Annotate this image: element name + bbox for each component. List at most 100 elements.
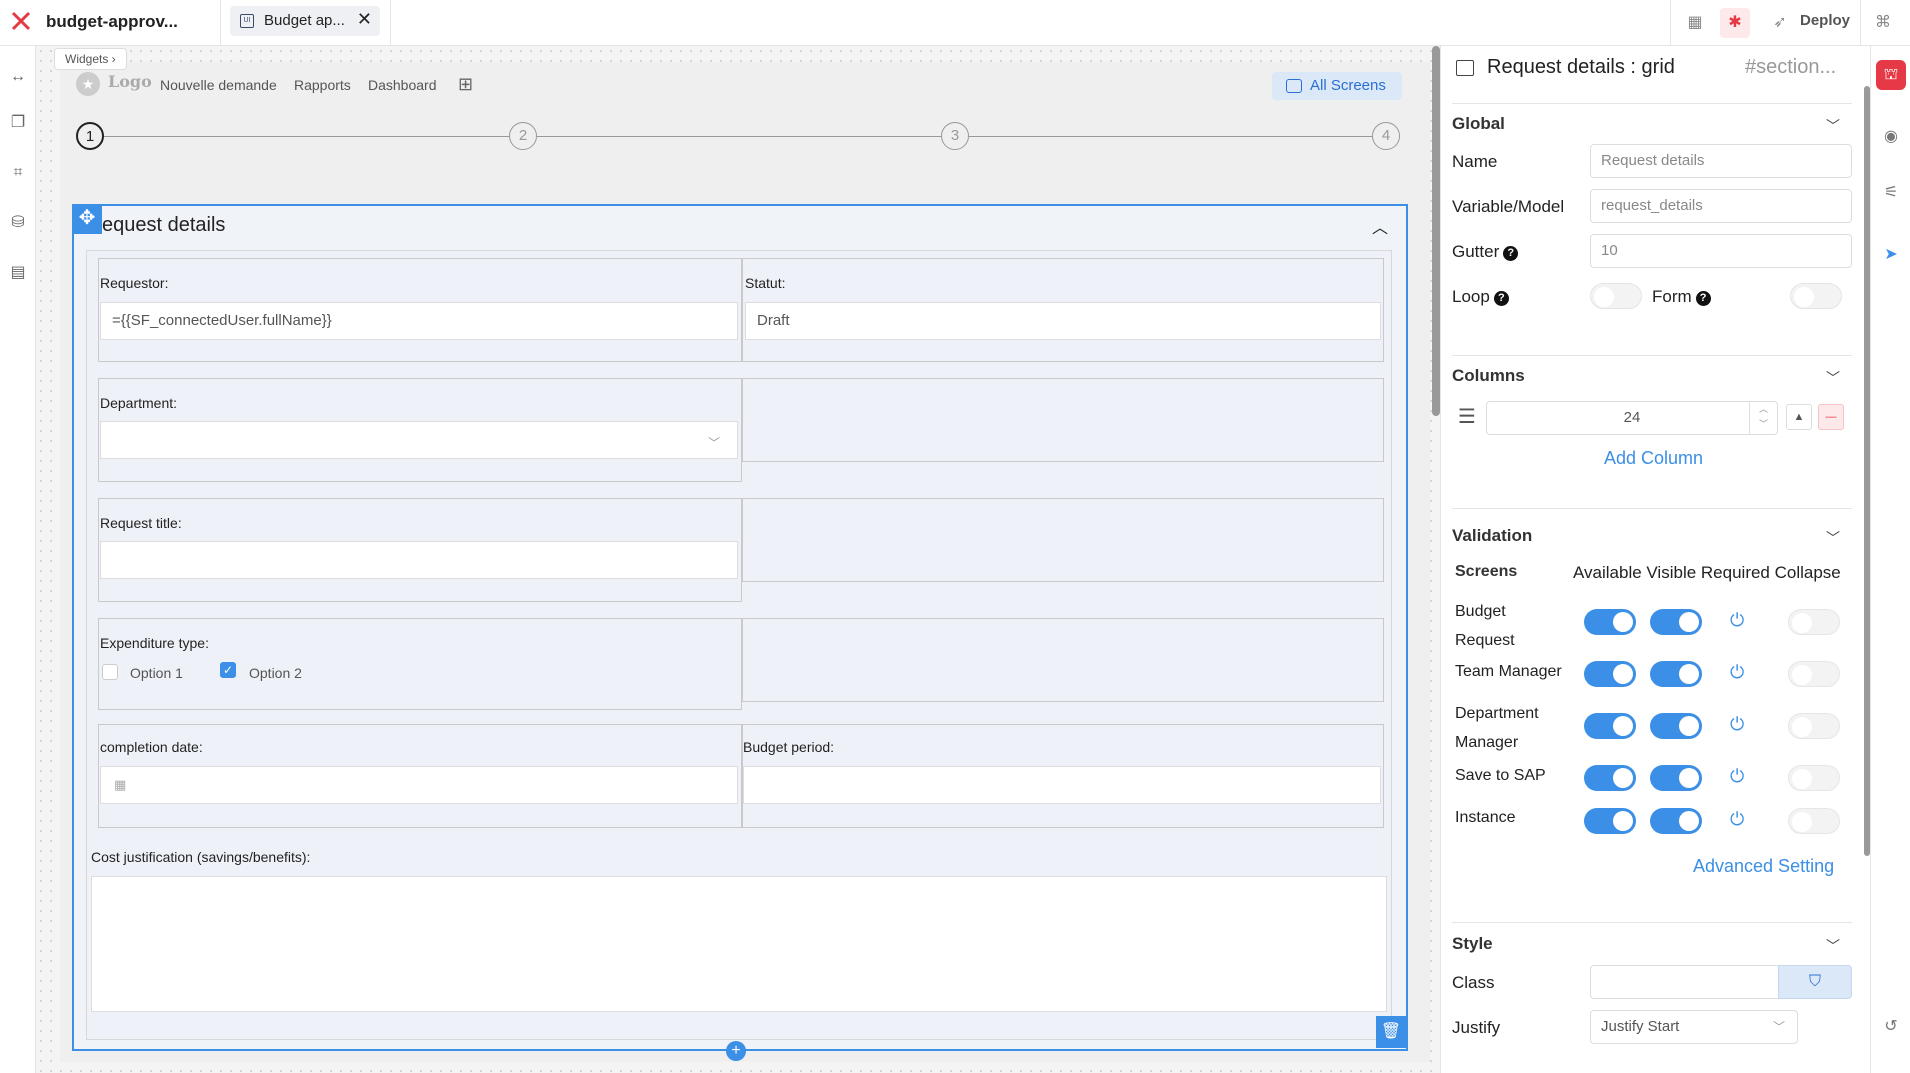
class-field[interactable] — [1590, 965, 1780, 999]
widgets-breadcrumb[interactable]: Widgets › — [54, 48, 127, 70]
cursor-icon[interactable]: ➤ — [1878, 242, 1904, 268]
variable-field[interactable]: request_details — [1590, 189, 1852, 223]
all-screens-label: All Screens — [1310, 77, 1386, 94]
collapse-toggle[interactable] — [1788, 661, 1840, 687]
visible-toggle[interactable] — [1650, 661, 1702, 687]
cell-empty[interactable] — [742, 378, 1384, 462]
help-icon[interactable]: ? — [1695, 291, 1711, 306]
cell-empty[interactable] — [742, 498, 1384, 582]
name-field[interactable]: Request details — [1590, 144, 1852, 178]
panel-element-id[interactable]: #section... — [1745, 56, 1836, 79]
grid-component-icon — [1456, 60, 1474, 76]
paint-brush-icon[interactable]: ⛉ — [1778, 965, 1852, 999]
cell-expenditure[interactable] — [98, 618, 742, 710]
drag-handle-icon[interactable]: ☰ — [1458, 404, 1476, 429]
tab-budget[interactable]: UI Budget ap... ✕ — [230, 6, 380, 36]
trash-icon[interactable]: 🗑 — [1376, 1016, 1406, 1048]
department-select[interactable] — [100, 421, 738, 459]
chevron-down-icon[interactable]: ﹀ — [1826, 936, 1840, 956]
divider — [220, 0, 221, 46]
add-row-icon[interactable]: + — [726, 1041, 746, 1061]
toolbox-icon[interactable]: ⛫ — [1876, 60, 1906, 90]
option1-checkbox[interactable] — [102, 664, 118, 680]
panel-title: Request details : grid — [1487, 56, 1675, 78]
nav-item-rapports[interactable]: Rapports — [294, 77, 351, 93]
eye-icon[interactable]: ◉ — [1878, 124, 1904, 150]
power-icon[interactable]: ⏻ — [1730, 766, 1744, 787]
budget-period-input[interactable] — [743, 766, 1381, 804]
app-logo-icon[interactable] — [10, 10, 32, 32]
visible-toggle[interactable] — [1650, 765, 1702, 791]
collapse-toggle[interactable] — [1788, 765, 1840, 791]
step-1[interactable]: 1 — [76, 122, 104, 150]
gutter-field[interactable]: 10 — [1590, 234, 1852, 268]
available-toggle[interactable] — [1584, 609, 1636, 635]
flow-icon[interactable]: ⌗ — [7, 162, 29, 184]
step-2[interactable]: 2 — [509, 122, 537, 150]
debug-icon[interactable]: ✱ — [1720, 8, 1750, 38]
visible-toggle[interactable] — [1650, 713, 1702, 739]
column-width-stepper[interactable]: 24 ︿ ﹀ — [1486, 401, 1778, 435]
form-toggle[interactable] — [1790, 283, 1842, 309]
requestor-label: Requestor: — [100, 275, 169, 291]
swap-icon[interactable]: ↔ — [7, 66, 29, 88]
step-3[interactable]: 3 — [941, 122, 969, 150]
chevron-down-icon[interactable]: ﹀ — [1826, 116, 1840, 136]
code-icon[interactable]: ⌘ — [1868, 8, 1898, 38]
sliders-icon[interactable]: ⚟ — [1878, 180, 1904, 206]
chevron-down-icon[interactable]: ﹀ — [1826, 528, 1840, 548]
completion-date-input[interactable] — [100, 766, 738, 804]
canvas-scrollbar[interactable] — [1432, 46, 1440, 416]
database-icon[interactable]: ⛁ — [7, 212, 29, 234]
logo-star-icon: ★ — [76, 72, 100, 96]
history-icon[interactable]: ↺ — [1878, 1014, 1904, 1040]
collapse-toggle[interactable] — [1788, 609, 1840, 635]
power-icon[interactable]: ⏻ — [1730, 610, 1744, 631]
grid-icon[interactable]: ▦ — [1680, 8, 1710, 38]
divider — [1452, 103, 1852, 104]
advanced-setting-link[interactable]: Advanced Setting — [1693, 856, 1834, 877]
chevron-up-icon[interactable]: ︿ — [1372, 214, 1388, 238]
layers-icon[interactable]: ❐ — [7, 112, 29, 134]
cost-justification-textarea[interactable] — [91, 876, 1387, 1012]
step-4[interactable]: 4 — [1372, 122, 1400, 150]
clipboard-icon[interactable]: ▤ — [7, 262, 29, 284]
available-toggle[interactable] — [1584, 808, 1636, 834]
move-up-button[interactable]: ▲ — [1786, 404, 1812, 430]
nav-item-dashboard[interactable]: Dashboard — [368, 77, 437, 93]
help-icon[interactable]: ? — [1503, 246, 1519, 261]
collapse-toggle[interactable] — [1788, 808, 1840, 834]
available-toggle[interactable] — [1584, 713, 1636, 739]
style-heading: Style — [1452, 934, 1493, 953]
nav-item-nouvelle-demande[interactable]: Nouvelle demande — [160, 77, 277, 93]
deploy-button[interactable]: Deploy — [1800, 12, 1850, 29]
statut-input[interactable]: Draft — [745, 302, 1381, 340]
stepper-arrows[interactable]: ︿ ﹀ — [1749, 402, 1777, 434]
rocket-icon[interactable]: ➶ — [1770, 8, 1790, 38]
justify-label: Justify — [1452, 1018, 1501, 1037]
visible-toggle[interactable] — [1650, 609, 1702, 635]
request-title-input[interactable] — [100, 541, 738, 579]
available-toggle[interactable] — [1584, 765, 1636, 791]
power-icon[interactable]: ⏻ — [1730, 809, 1744, 830]
chevron-down-icon[interactable]: ﹀ — [1826, 368, 1840, 388]
add-widget-icon[interactable]: ⊞ — [458, 74, 473, 95]
move-icon[interactable]: ✥ — [72, 204, 102, 234]
available-toggle[interactable] — [1584, 661, 1636, 687]
close-icon[interactable]: ✕ — [357, 9, 372, 30]
power-icon[interactable]: ⏻ — [1730, 662, 1744, 683]
loop-label-wrap: Loop? — [1452, 287, 1509, 307]
option2-checkbox[interactable]: ✓ — [220, 662, 236, 678]
visible-toggle[interactable] — [1650, 808, 1702, 834]
loop-toggle[interactable] — [1590, 283, 1642, 309]
help-icon[interactable]: ? — [1493, 291, 1509, 306]
all-screens-button[interactable]: All Screens — [1272, 72, 1402, 100]
app-title[interactable]: budget-approv... — [46, 12, 178, 32]
cell-empty[interactable] — [742, 618, 1384, 702]
add-column-link[interactable]: Add Column — [1604, 448, 1703, 469]
justify-select[interactable]: Justify Start ﹀ — [1590, 1010, 1798, 1044]
power-icon[interactable]: ⏻ — [1730, 714, 1744, 735]
requestor-input[interactable]: ={{SF_connectedUser.fullName}} — [100, 302, 738, 340]
remove-column-button[interactable]: — — [1818, 404, 1844, 430]
collapse-toggle[interactable] — [1788, 713, 1840, 739]
